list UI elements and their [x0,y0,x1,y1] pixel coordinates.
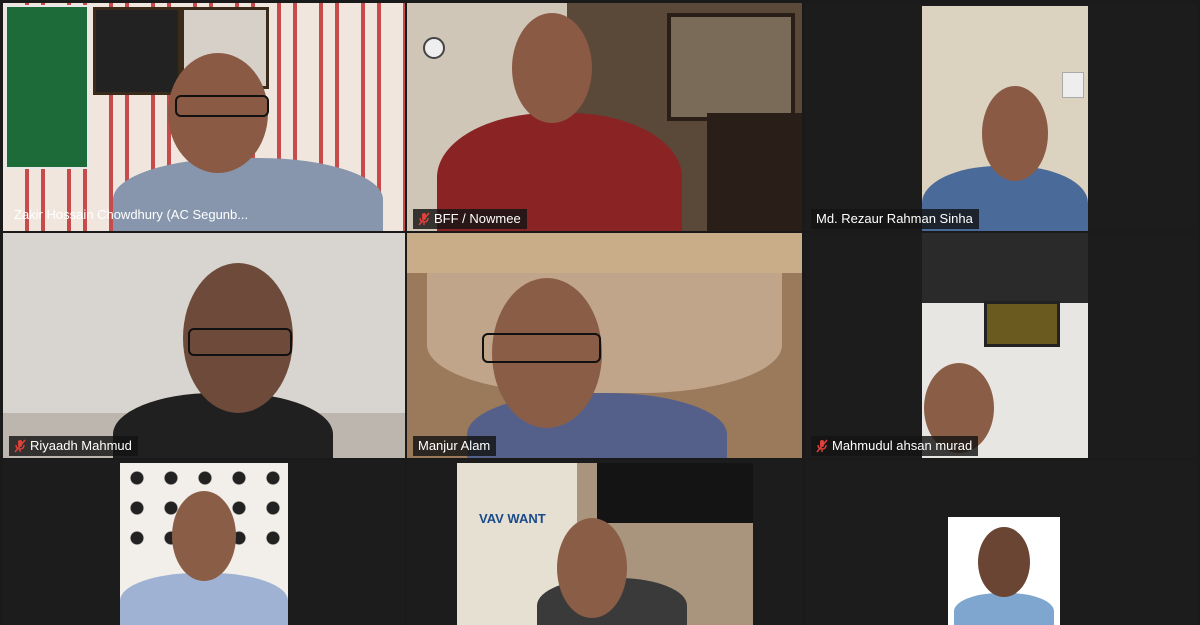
video-tile-2[interactable]: BFF / Nowmee [407,3,802,231]
video-tile-6[interactable]: Mahmudul ahsan murad [805,233,1197,458]
video-feed [120,463,288,625]
tv-screen [597,463,753,523]
participant-name-label: BFF / Nowmee [413,209,527,229]
participant-name: BFF / Nowmee [434,211,521,226]
video-tile-7[interactable] [3,460,405,625]
video-feed [407,233,802,458]
video-feed [948,517,1060,625]
wall-clock [423,37,445,59]
video-feed [3,233,405,458]
video-feed [922,6,1088,231]
video-tile-8[interactable]: VAV WANT [407,460,802,625]
participant-name-label: Md. Rezaur Rahman Sinha [811,209,979,229]
video-feed [3,3,405,231]
video-tile-3[interactable]: Md. Rezaur Rahman Sinha [805,3,1197,231]
participant-name-label: Riyaadh Mahmud [9,436,138,456]
participant-name: Riyaadh Mahmud [30,438,132,453]
video-tile-4[interactable]: Riyaadh Mahmud [3,233,405,458]
poster-text: VAV WANT [479,511,546,526]
participant-name: Manjur Alam [418,438,491,453]
portrait-frame [93,7,181,95]
participant-name: Md. Rezaur Rahman Sinha [816,211,973,226]
video-feed [407,3,802,231]
participant-name: Mahmudul ahsan murad [832,438,973,453]
video-tile-9[interactable] [805,460,1197,625]
wall-switch [1062,72,1084,98]
video-tile-5[interactable]: Manjur Alam [407,233,802,458]
participant-name: Zakir Hossain Chowdhury (AC Segunb... [14,207,249,222]
mic-off-icon [14,439,26,453]
mic-off-icon [816,439,828,453]
mic-off-icon [418,212,430,226]
wall-plaque [984,301,1060,347]
participant-name-label: Zakir Hossain Chowdhury (AC Segunb... [9,205,254,225]
participant-name-label: Mahmudul ahsan murad [811,436,979,456]
video-feed [922,233,1088,458]
green-board [5,5,89,169]
video-tile-1[interactable]: Zakir Hossain Chowdhury (AC Segunb... [3,3,405,231]
video-feed: VAV WANT [457,463,753,625]
participant-name-label: Manjur Alam [413,436,497,456]
